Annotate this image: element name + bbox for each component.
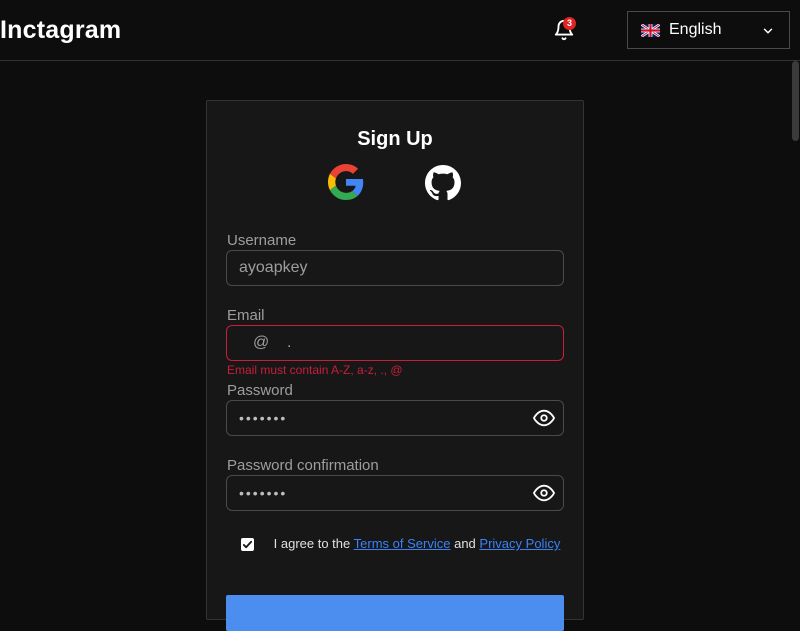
username-label: Username [227, 232, 297, 249]
uk-flag-icon [641, 24, 660, 37]
scrollbar-thumb[interactable] [792, 61, 799, 141]
terms-of-service-link[interactable]: Terms of Service [354, 536, 451, 551]
privacy-policy-link[interactable]: Privacy Policy [479, 536, 560, 551]
password-input[interactable]: ••••••• [226, 400, 564, 436]
password-confirmation-value: ••••••• [239, 485, 288, 501]
show-password-confirmation-eye-icon[interactable] [532, 482, 556, 504]
email-error-message: Email must contain A-Z, a-z, ., @ [227, 363, 403, 377]
username-input[interactable]: ayoapkey [226, 250, 564, 286]
password-confirmation-label: Password confirmation [227, 457, 379, 474]
password-confirmation-input[interactable]: ••••••• [226, 475, 564, 511]
agree-text: I agree to the Terms of Service and Priv… [267, 535, 567, 553]
github-icon[interactable] [425, 165, 461, 201]
signup-card: Sign Up Username ayoapkey Email @ . Emai… [206, 100, 584, 631]
top-header: Inctagram 3 English [0, 0, 800, 61]
email-label: Email [227, 307, 265, 324]
email-input[interactable]: @ . [226, 325, 564, 361]
agree-checkbox[interactable] [241, 538, 254, 551]
chevron-down-icon [763, 28, 773, 34]
signup-title: Sign Up [357, 128, 433, 150]
app-logo[interactable]: Inctagram [0, 16, 121, 45]
password-label: Password [227, 382, 293, 399]
sign-up-button[interactable] [226, 595, 564, 631]
language-select[interactable]: English [627, 11, 790, 49]
password-value: ••••••• [239, 410, 288, 426]
language-label: English [669, 21, 722, 38]
agree-and: and [454, 536, 476, 551]
checkmark-icon [242, 540, 253, 549]
google-icon[interactable] [328, 164, 364, 200]
notifications-badge: 3 [563, 17, 576, 30]
show-password-eye-icon[interactable] [532, 407, 556, 429]
page-scrollbar[interactable] [789, 61, 800, 600]
agree-prefix: I agree to the [273, 536, 351, 551]
